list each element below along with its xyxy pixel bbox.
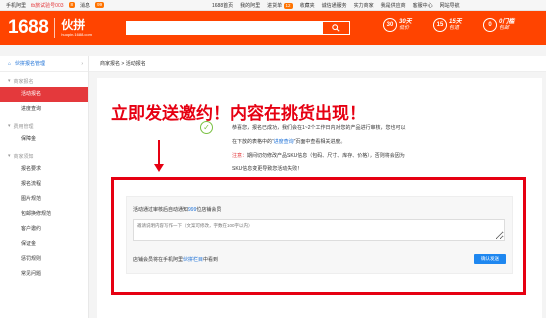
user-link[interactable]: tb旅试验号003 bbox=[31, 2, 64, 9]
nav-trust-service[interactable]: 诚信通服务 bbox=[322, 2, 347, 9]
annotation-arrow bbox=[158, 140, 160, 166]
home-icon: ⌂ bbox=[8, 60, 12, 67]
invite-footnote: 店铺会员将在手机阿里伙拼栏目中看到 bbox=[133, 257, 219, 263]
caret-down-icon: ▾ bbox=[8, 78, 11, 84]
sidebar-item-invite[interactable]: 客户邀约 bbox=[0, 222, 88, 237]
nav-power-merchant[interactable]: 实力商家 bbox=[354, 2, 374, 9]
success-message-line1: 恭喜您，报名已成功，我们会在1~2个工作日内对您的产品进行审核，您也可以 bbox=[232, 125, 406, 131]
nav-supplier[interactable]: 我是供应商 bbox=[381, 2, 406, 9]
sidebar-item-requirements[interactable]: 报名要求 bbox=[0, 162, 88, 177]
sidebar-title[interactable]: ⌂ 伙拼报名管理 › bbox=[0, 56, 88, 72]
annotation-headline: 立即发送邀约！内容在挑货出现！ bbox=[111, 104, 366, 123]
promo-30-days[interactable]: 30 30天 低价 bbox=[383, 18, 412, 32]
nav-site-map[interactable]: 网站导航 bbox=[440, 2, 460, 9]
sidebar-item-progress[interactable]: 进度查询 bbox=[0, 102, 88, 117]
logo-name[interactable]: 伙拼 huopin.1688.com bbox=[61, 19, 92, 38]
nav-home[interactable]: 1688首页 bbox=[212, 2, 233, 9]
sidebar-item-deposit[interactable]: 保障金 bbox=[0, 132, 88, 147]
confirm-send-button[interactable]: 确认发送 bbox=[474, 254, 506, 264]
success-message-line2: 在下放的表格中的“进度查询”页面中查看相关进度。 bbox=[232, 139, 346, 145]
nav-my-alibaba[interactable]: 我的阿里 bbox=[240, 2, 260, 9]
promo-free-shipping[interactable]: 0 0门槛 包邮 bbox=[483, 18, 514, 32]
nav-service-center[interactable]: 客服中心 bbox=[413, 2, 433, 9]
nav-favorites[interactable]: 收藏夹 bbox=[300, 2, 315, 9]
progress-query-link[interactable]: 进度查询 bbox=[274, 139, 294, 145]
caret-down-icon: ▾ bbox=[8, 153, 11, 159]
search-input[interactable] bbox=[126, 21, 350, 35]
promo-15-icon: 15 bbox=[433, 18, 447, 32]
sidebar-item-penalty[interactable]: 惩罚规则 bbox=[0, 252, 88, 267]
sidebar-item-process[interactable]: 报名流程 bbox=[0, 177, 88, 192]
nav-cart[interactable]: 进货单 12 bbox=[267, 2, 293, 9]
invite-message-input[interactable] bbox=[133, 219, 505, 241]
search-button[interactable] bbox=[322, 21, 350, 35]
sidebar-group-signup[interactable]: ▾ 商家报名 bbox=[0, 72, 88, 87]
messages-badge: 99 bbox=[95, 2, 105, 8]
sidebar-item-image-spec[interactable]: 图片规范 bbox=[0, 192, 88, 207]
sidebar-item-shipping-spec[interactable]: 包邮换修规范 bbox=[0, 207, 88, 222]
messages-link[interactable]: 消息 bbox=[80, 2, 90, 9]
sidebar-group-notice[interactable]: ▾ 商家须知 bbox=[0, 147, 88, 162]
promo-15-days[interactable]: 15 15天 包退 bbox=[433, 18, 462, 32]
logo-divider bbox=[54, 18, 56, 38]
top-nav-bar: 手机阿里 tb旅试验号003 8 消息 99 1688首页 我的阿里 进货单 1… bbox=[0, 0, 546, 11]
check-circle-icon: ✓ bbox=[200, 121, 213, 134]
mobile-link[interactable]: 手机阿里 bbox=[6, 2, 26, 9]
annotation-arrow-head bbox=[154, 164, 164, 172]
notice-label: 注意： bbox=[232, 153, 248, 159]
promo-30-icon: 30 bbox=[383, 18, 397, 32]
user-badge: 8 bbox=[68, 2, 76, 8]
caret-down-icon: ▾ bbox=[8, 123, 11, 129]
cart-badge: 12 bbox=[283, 2, 293, 9]
huopin-column-link[interactable]: 伙拼栏目 bbox=[183, 257, 203, 263]
sidebar-group-fees[interactable]: ▾ 费用管理 bbox=[0, 117, 88, 132]
invite-label: 活动通过审核后自动通知999位店铺会员 bbox=[133, 207, 222, 213]
sidebar-item-margin[interactable]: 保证金 bbox=[0, 237, 88, 252]
breadcrumb: 商家报名 > 活动报名 bbox=[89, 56, 546, 72]
logo-number[interactable]: 1688 bbox=[8, 17, 49, 39]
success-message-line3: 注意：期间切勿修改产品SKU信息（包码、尺寸、库存、价格），否则将会因为 bbox=[232, 153, 405, 159]
sidebar: ⌂ 伙拼报名管理 › ▾ 商家报名 活动报名 进度查询 ▾ 费用管理 保障金 ▾ 商家… bbox=[0, 56, 89, 318]
site-header: 1688 伙拼 huopin.1688.com 30 30天 低价 15 15天包… bbox=[0, 11, 546, 45]
success-message-line4: SKU信息变更导致您活动失败！ bbox=[232, 166, 303, 172]
search-icon bbox=[332, 24, 340, 32]
sidebar-item-faq[interactable]: 常见问题 bbox=[0, 267, 88, 282]
promo-0-icon: 0 bbox=[483, 18, 497, 32]
chevron-right-icon: › bbox=[81, 60, 83, 67]
sidebar-item-activity-signup[interactable]: 活动报名 bbox=[0, 87, 88, 102]
